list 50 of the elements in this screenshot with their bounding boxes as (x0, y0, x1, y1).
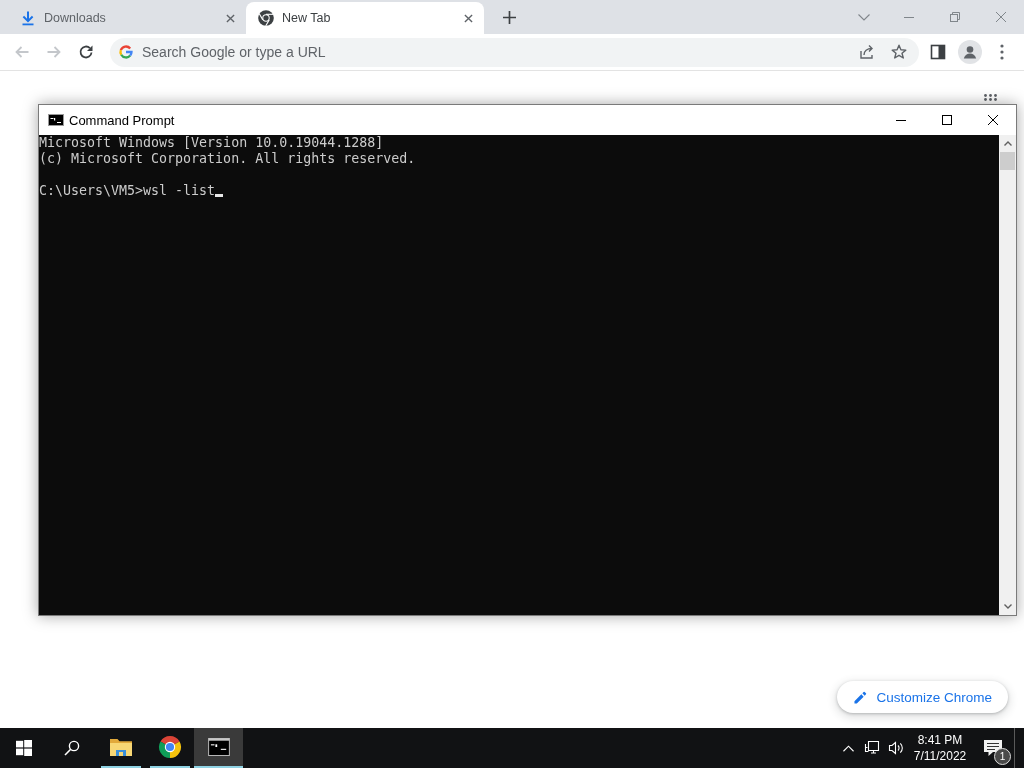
reload-icon (78, 44, 94, 60)
close-icon (996, 12, 1006, 22)
console-output-line: (c) Microsoft Corporation. All rights reserved. (39, 151, 416, 167)
star-icon (891, 44, 907, 60)
browser-tab[interactable]: New Tab (246, 2, 484, 34)
speaker-icon (888, 740, 904, 756)
profile-button[interactable] (958, 40, 982, 64)
share-icon (859, 44, 875, 60)
chrome-logo-icon (157, 735, 182, 759)
close-icon (463, 13, 473, 23)
avatar-icon (958, 40, 982, 64)
customize-chrome-button[interactable]: Customize Chrome (837, 681, 1008, 713)
terminal-icon (207, 738, 230, 756)
notification-count: 1 (994, 748, 1011, 765)
clock-time: 8:41 PM (917, 732, 963, 748)
windows-logo-icon (16, 740, 32, 756)
plus-icon (502, 10, 516, 24)
chevron-down-icon (858, 13, 870, 21)
action-center-button[interactable]: 1 (972, 728, 1014, 768)
google-g-icon (118, 44, 134, 60)
console-input-line: C:\Users\VM5>wsl -list (39, 183, 224, 199)
scrollbar[interactable] (999, 135, 1016, 615)
side-panel-icon (930, 44, 946, 60)
search-icon (64, 740, 80, 756)
maximize-icon (942, 115, 952, 125)
clock-date: 7/11/2022 (913, 748, 967, 764)
minimize-icon (904, 16, 914, 18)
chevron-up-icon (842, 744, 854, 752)
scrollbar-thumb[interactable] (1000, 152, 1015, 170)
chevron-up-icon (1003, 141, 1012, 146)
command-prompt-taskbar-button[interactable] (194, 728, 243, 768)
close-icon (225, 13, 235, 23)
terminal-icon (48, 114, 64, 126)
browser-tab[interactable]: Downloads (8, 2, 246, 34)
restore-icon (950, 12, 960, 22)
minimize-icon (896, 119, 906, 121)
dots-grid-icon[interactable] (984, 94, 997, 101)
window-title: Command Prompt (69, 112, 175, 128)
address-input[interactable]: Search Google or type a URL (142, 42, 847, 62)
close-icon (988, 115, 998, 125)
download-icon (20, 10, 36, 26)
pencil-icon (854, 690, 868, 704)
console-output-line: Microsoft Windows [Version 10.0.19044.1288] (39, 135, 384, 151)
chrome-logo-icon (258, 10, 274, 26)
network-monitor-icon (864, 740, 880, 756)
address-bar[interactable]: Search Google or type a URL (110, 37, 919, 67)
more-menu-icon (1000, 44, 1004, 60)
chevron-down-icon (1003, 604, 1012, 609)
clock-button[interactable]: 8:41 PM 7/11/2022 (908, 728, 972, 768)
text-cursor-icon (215, 194, 224, 197)
